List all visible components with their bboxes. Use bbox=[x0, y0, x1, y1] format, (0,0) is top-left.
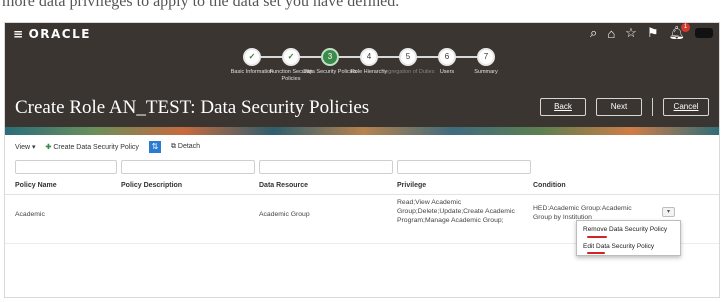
wizard-buttons: Back Next Cancel bbox=[540, 98, 709, 116]
row-actions-menu: Remove Data Security Policy Edit Data Se… bbox=[576, 220, 681, 256]
view-menu[interactable]: View ▾ bbox=[15, 143, 36, 151]
wizard-train: ✓ Basic Information ✓ Function Security … bbox=[225, 48, 515, 98]
column-header-policy-name[interactable]: Policy Name bbox=[15, 182, 57, 189]
step-number: 6 bbox=[438, 48, 456, 66]
data-resource-cell: Academic Group bbox=[259, 211, 310, 218]
user-avatar[interactable] bbox=[695, 28, 713, 38]
remove-data-security-policy-menu-item[interactable]: Remove Data Security Policy bbox=[583, 226, 667, 233]
step-number: 7 bbox=[477, 48, 495, 66]
favorites-icon[interactable]: ☆ bbox=[625, 25, 637, 41]
oracle-screen: ≡ ORACLE ⌕ ⌂ ☆ ⚑ 🔔︎ 1 ✓ Basic Information … bbox=[4, 22, 720, 298]
step-number: 3 bbox=[321, 48, 339, 66]
privilege-filter-input[interactable] bbox=[397, 160, 531, 174]
cancel-button[interactable]: Cancel bbox=[663, 98, 709, 116]
global-header-icons: ⌕ ⌂ ☆ ⚑ 🔔︎ 1 bbox=[590, 23, 713, 41]
page-title: Create Role AN_TEST: Data Security Polic… bbox=[15, 97, 370, 118]
step-number: 5 bbox=[399, 48, 417, 66]
step-number: 4 bbox=[360, 48, 378, 66]
edit-data-security-policy-menu-item[interactable]: Edit Data Security Policy bbox=[583, 243, 654, 250]
policy-name-cell: Academic bbox=[15, 211, 45, 218]
chevron-down-icon: ▾ bbox=[666, 209, 670, 215]
decorative-banner bbox=[5, 127, 719, 135]
detach-button[interactable]: ⧉ Detach bbox=[171, 143, 200, 151]
next-button[interactable]: Next bbox=[596, 98, 642, 116]
step-label: Summary bbox=[474, 69, 498, 75]
home-icon[interactable]: ⌂ bbox=[607, 26, 615, 41]
step-check-icon: ✓ bbox=[243, 48, 261, 66]
column-header-condition[interactable]: Condition bbox=[533, 182, 566, 189]
column-filter-row bbox=[15, 160, 715, 174]
step-check-icon: ✓ bbox=[282, 48, 300, 66]
button-divider bbox=[652, 98, 653, 116]
back-button[interactable]: Back bbox=[540, 98, 586, 116]
hamburger-menu-icon[interactable]: ≡ bbox=[13, 27, 25, 41]
column-header-data-resource[interactable]: Data Resource bbox=[259, 182, 308, 189]
policy-name-filter-input[interactable] bbox=[15, 160, 117, 174]
privilege-cell: Read;View Academic Group;Delete;Update;C… bbox=[397, 199, 515, 224]
page-header: ≡ ORACLE ⌕ ⌂ ☆ ⚑ 🔔︎ 1 ✓ Basic Information … bbox=[5, 23, 719, 127]
highlight-underline bbox=[587, 252, 605, 254]
column-header-privilege[interactable]: Privilege bbox=[397, 182, 426, 189]
data-resource-filter-input[interactable] bbox=[259, 160, 393, 174]
train-step-summary[interactable]: 7 Summary bbox=[459, 48, 513, 76]
highlight-underline bbox=[587, 236, 607, 238]
plus-icon: ✚ bbox=[45, 144, 52, 151]
column-header-policy-description[interactable]: Policy Description bbox=[121, 182, 182, 189]
instruction-text: more data privileges to apply to the dat… bbox=[2, 0, 400, 10]
notifications-icon[interactable]: 🔔︎ 1 bbox=[668, 23, 690, 41]
search-icon[interactable]: ⌕ bbox=[590, 25, 597, 41]
table-toolbar: View ▾ ✚ Create Data Security Policy ⇅ ⧉… bbox=[15, 141, 200, 153]
row-actions-dropdown-button[interactable]: ▾ bbox=[662, 207, 675, 217]
notification-badge: 1 bbox=[681, 23, 690, 32]
freeze-icon[interactable]: ⇅ bbox=[148, 141, 161, 153]
policy-description-filter-input[interactable] bbox=[121, 160, 255, 174]
oracle-logo[interactable]: ≡ ORACLE bbox=[13, 27, 91, 41]
flag-icon[interactable]: ⚑ bbox=[647, 25, 659, 41]
table-header: Policy Name Policy Description Data Reso… bbox=[5, 175, 719, 195]
create-data-security-policy-button[interactable]: ✚ Create Data Security Policy bbox=[46, 143, 139, 151]
detach-icon: ⧉ bbox=[170, 143, 176, 150]
